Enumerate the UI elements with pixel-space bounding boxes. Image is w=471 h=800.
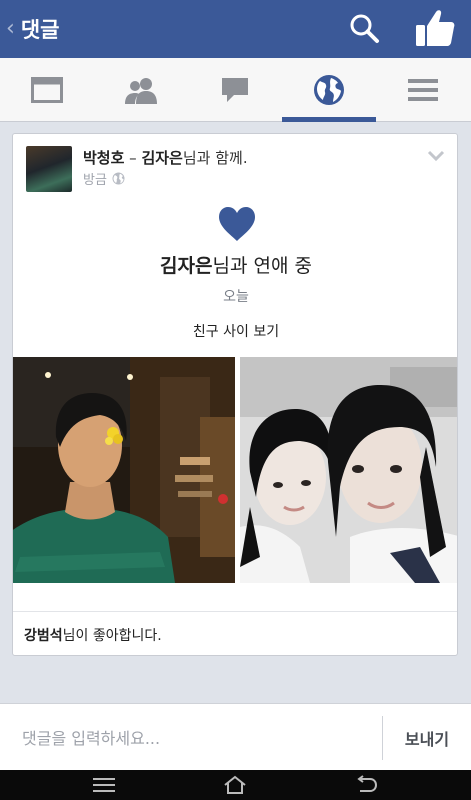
back-button[interactable]: ‹ 댓글 [6, 0, 59, 58]
chevron-left-icon: ‹ [6, 16, 15, 41]
page-title: 댓글 [20, 18, 60, 42]
system-nav-bar [0, 770, 471, 800]
search-icon[interactable] [348, 12, 380, 44]
photo-right-image [240, 357, 457, 583]
likes-summary[interactable]: 강범석 님이 좋아합니다. [13, 611, 457, 655]
like-thumb-icon[interactable] [414, 8, 456, 48]
back-arrow-icon [357, 775, 378, 792]
tagged-name[interactable]: 김자은 [141, 149, 182, 167]
tab-friend-requests[interactable] [94, 58, 188, 122]
friends-icon [125, 78, 157, 104]
recent-apps-button[interactable] [84, 773, 124, 797]
tab-more[interactable] [376, 58, 470, 122]
likes-suffix: 님이 좋아합니다. [62, 627, 162, 644]
home-button[interactable] [215, 773, 255, 797]
story-card: 박청호 – 김자은님과 함께. 방금 김자은님과 연애 중 오늘 친구 사이 보… [12, 133, 458, 656]
chevron-down-icon[interactable] [427, 150, 445, 162]
tab-messages[interactable] [188, 58, 282, 122]
relationship-suffix: 님과 연애 중 [212, 255, 312, 277]
story-header: 박청호 – 김자은님과 함께. [83, 147, 248, 168]
author-avatar[interactable] [26, 146, 72, 192]
post-time[interactable]: 방금 [83, 169, 107, 188]
story-meta: 방금 [83, 169, 125, 188]
author-dash: – [124, 149, 142, 167]
comment-composer: 보내기 [0, 703, 471, 770]
recent-apps-icon [93, 778, 115, 792]
home-icon [224, 775, 246, 794]
see-friendship-link[interactable]: 친구 사이 보기 [13, 321, 457, 341]
tab-notifications[interactable] [282, 58, 376, 122]
photo-left[interactable] [13, 357, 235, 583]
photo-right[interactable] [240, 357, 457, 583]
globe-privacy-icon [112, 172, 125, 185]
news-feed-icon [31, 77, 63, 103]
tab-news-feed[interactable] [0, 58, 94, 122]
liker-name[interactable]: 강범석 [24, 625, 63, 645]
partner-name[interactable]: 김자은 [160, 255, 212, 277]
app-bar: ‹ 댓글 [0, 0, 471, 58]
comment-input[interactable] [12, 716, 372, 760]
send-button[interactable]: 보내기 [383, 704, 471, 771]
menu-icon [408, 79, 438, 101]
relationship-title: 김자은님과 연애 중 [13, 251, 457, 278]
heart-icon [219, 207, 255, 241]
relationship-date: 오늘 [223, 289, 249, 305]
photo-left-image [13, 357, 235, 583]
author-name[interactable]: 박청호 [83, 149, 124, 167]
back-nav-button[interactable] [346, 773, 386, 797]
with-suffix: 님과 함께. [182, 149, 248, 167]
globe-icon [314, 75, 344, 105]
chat-bubble-icon [222, 78, 248, 102]
tab-bar [0, 58, 471, 122]
